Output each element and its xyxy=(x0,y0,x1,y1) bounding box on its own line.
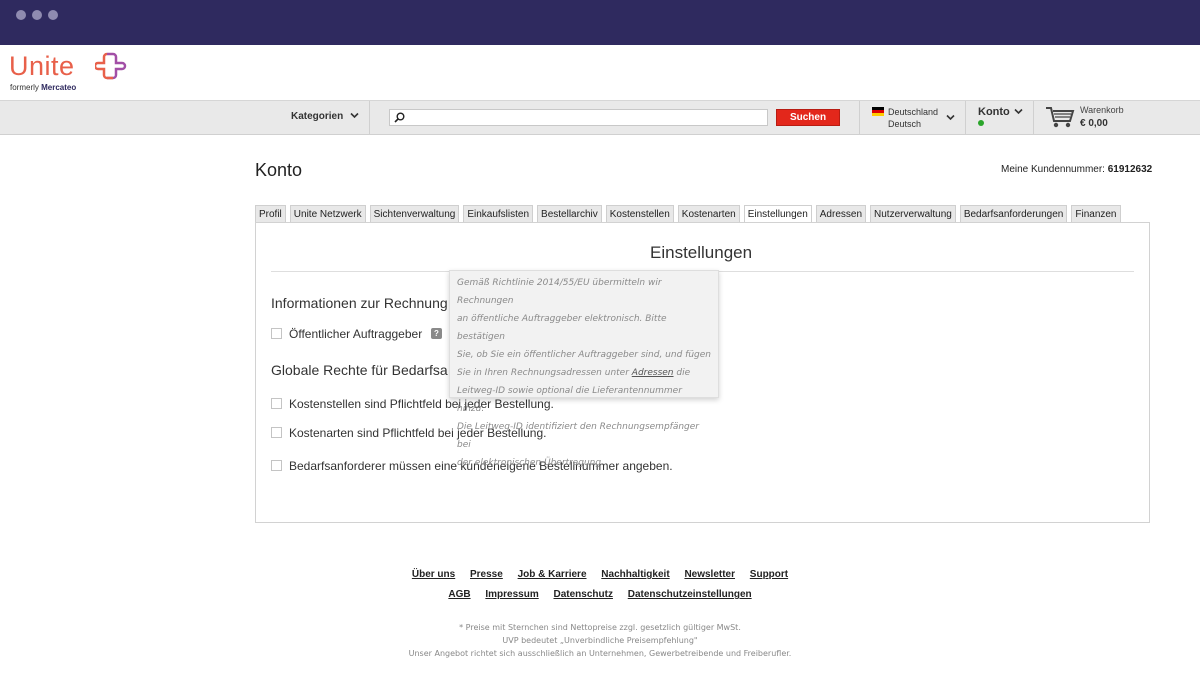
customer-number: Meine Kundennummer: 61912632 xyxy=(1001,164,1153,175)
footer-link[interactable]: Job & Karriere xyxy=(518,569,587,580)
main-navbar: Kategorien Suchen Deutschland Deutsch Ko… xyxy=(0,100,1200,135)
footer-link[interactable]: AGB xyxy=(448,589,470,600)
addresses-link[interactable]: Adressen xyxy=(632,368,674,378)
nav-divider xyxy=(965,101,966,134)
footer-note: UVP bedeutet „Unverbindliche Preisempfeh… xyxy=(502,636,698,645)
logo-formerly: formerly Mercateo xyxy=(10,83,77,92)
account-menu[interactable]: Konto xyxy=(978,106,1010,118)
public-client-tooltip: Gemäß Richtlinie 2014/55/EU übermitteln … xyxy=(449,270,719,468)
tab-nutzerverwaltung[interactable]: Nutzerverwaltung xyxy=(870,205,956,223)
tab-finanzen[interactable]: Finanzen xyxy=(1071,205,1121,223)
help-icon[interactable]: ? xyxy=(431,328,442,339)
account-tabs: Profil Unite Netzwerk Sichtenverwaltung … xyxy=(255,205,1125,224)
footer-link[interactable]: Presse xyxy=(470,569,503,580)
window-titlebar xyxy=(0,0,1200,45)
unite-logo[interactable]: Unite formerly Mercateo xyxy=(9,51,139,95)
categories-menu[interactable]: Kategorien xyxy=(291,111,359,122)
search-input[interactable] xyxy=(389,109,768,126)
tab-sichtenverwaltung[interactable]: Sichtenverwaltung xyxy=(369,205,460,223)
window-minimize-dot[interactable] xyxy=(32,10,42,20)
footer-link[interactable]: Support xyxy=(750,569,788,580)
cart-icon[interactable] xyxy=(1045,105,1075,129)
checkbox[interactable] xyxy=(271,427,282,438)
tab-kostenarten[interactable]: Kostenarten xyxy=(677,205,740,223)
tab-bestellarchiv[interactable]: Bestellarchiv xyxy=(537,205,602,223)
footer-note: * Preise mit Sternchen sind Nettopreise … xyxy=(459,623,741,632)
footer-note: Unser Angebot richtet sich ausschließlic… xyxy=(408,649,792,658)
logo-cross-icon xyxy=(95,52,127,80)
search-button[interactable]: Suchen xyxy=(776,109,840,126)
checkbox[interactable] xyxy=(271,398,282,409)
search-icon xyxy=(394,112,405,123)
tooltip-line: Leitweg-ID sowie optional die Lieferante… xyxy=(457,386,682,414)
country-label: Deutschland xyxy=(888,107,939,117)
footer-link[interactable]: Nachhaltigkeit xyxy=(601,569,669,580)
public-client-label: Öffentlicher Auftraggeber xyxy=(289,327,423,341)
footer-link[interactable]: Newsletter xyxy=(684,569,735,580)
tab-unite-netzwerk[interactable]: Unite Netzwerk xyxy=(289,205,366,223)
footer-links-primary: Über uns Presse Job & Karriere Nachhalti… xyxy=(0,569,1200,580)
footer-links-secondary: AGB Impressum Datenschutz Datenschutzein… xyxy=(0,589,1200,600)
nav-divider xyxy=(859,101,860,134)
nav-divider xyxy=(1033,101,1034,134)
window-maximize-dot[interactable] xyxy=(48,10,58,20)
page-title: Konto xyxy=(255,160,303,180)
tooltip-line: der elektronischen Übertragung. xyxy=(457,458,604,468)
categories-label: Kategorien xyxy=(291,111,344,122)
footer-link[interactable]: Impressum xyxy=(485,589,538,600)
online-status-dot xyxy=(978,120,984,126)
footer-link[interactable]: Datenschutzeinstellungen xyxy=(628,589,752,600)
nav-divider xyxy=(369,101,370,134)
settings-title: Einstellungen xyxy=(650,243,753,262)
footer-link[interactable]: Über uns xyxy=(412,569,455,580)
window-close-dot[interactable] xyxy=(16,10,26,20)
invoice-section-heading: Informationen zur Rechnung xyxy=(271,295,448,311)
footer-link[interactable]: Datenschutz xyxy=(554,589,613,600)
cart-label[interactable]: Warenkorb xyxy=(1080,105,1124,115)
chevron-down-icon[interactable] xyxy=(946,114,955,121)
public-client-checkbox[interactable] xyxy=(271,328,282,339)
tooltip-line: Sie in Ihren Rechnungsadressen unter Adr… xyxy=(457,368,691,378)
tab-profil[interactable]: Profil xyxy=(255,205,286,223)
tooltip-line: Sie, ob Sie ein öffentlicher Auftraggebe… xyxy=(457,350,711,360)
tab-einkaufslisten[interactable]: Einkaufslisten xyxy=(463,205,534,223)
tab-kostenstellen[interactable]: Kostenstellen xyxy=(605,205,674,223)
tooltip-line: an öffentliche Auftraggeber elektronisch… xyxy=(457,314,667,342)
language-label: Deutsch xyxy=(888,119,922,129)
tab-bedarfsanforderungen[interactable]: Bedarfsanforderungen xyxy=(959,205,1068,223)
tooltip-line: Gemäß Richtlinie 2014/55/EU übermitteln … xyxy=(457,278,662,306)
chevron-down-icon[interactable] xyxy=(1014,108,1023,115)
tab-adressen[interactable]: Adressen xyxy=(815,205,867,223)
tooltip-line: Die Leitweg-ID identifiziert den Rechnun… xyxy=(457,422,699,450)
chevron-down-icon xyxy=(350,112,359,119)
global-rights-heading: Globale Rechte für Bedarfsa xyxy=(271,362,448,378)
checkbox[interactable] xyxy=(271,460,282,471)
germany-flag-icon xyxy=(872,107,884,116)
cart-total: € 0,00 xyxy=(1080,118,1108,129)
logo-wordmark: Unite xyxy=(9,51,75,81)
